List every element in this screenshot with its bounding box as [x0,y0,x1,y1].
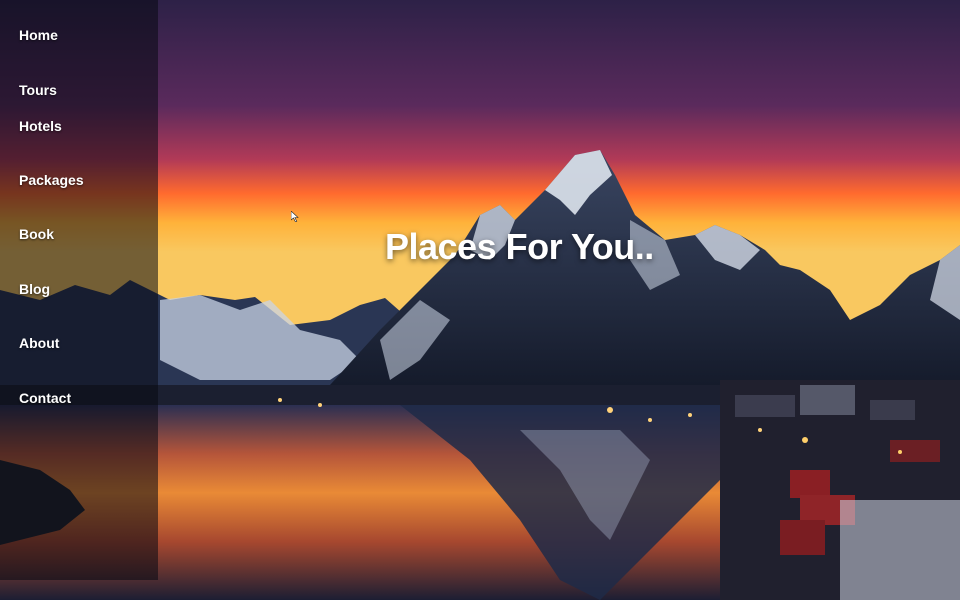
nav-item-contact[interactable]: Contact [19,390,71,406]
nav-item-about[interactable]: About [19,335,59,351]
sidebar-nav: Home Tours Hotels Packages Book Blog Abo… [0,0,158,580]
nav-item-home[interactable]: Home [19,27,58,43]
nav-item-hotels[interactable]: Hotels [19,118,62,134]
nav-item-book[interactable]: Book [19,226,54,242]
nav-item-blog[interactable]: Blog [19,281,50,297]
mouse-pointer-icon [290,209,299,227]
nav-item-tours[interactable]: Tours [19,82,57,98]
nav-item-packages[interactable]: Packages [19,172,84,188]
hero-headline: Places For You.. [385,226,654,267]
